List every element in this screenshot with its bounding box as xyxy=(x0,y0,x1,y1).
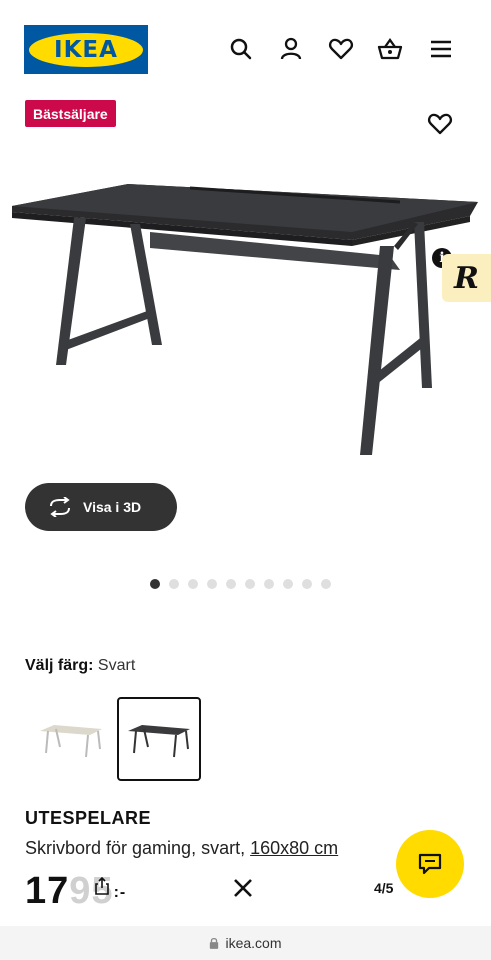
product-description: Skrivbord för gaming, svart, 160x80 cm xyxy=(25,838,338,859)
menu-icon[interactable] xyxy=(428,36,454,62)
header: IKEA xyxy=(0,0,491,90)
page-indicator: 4/5 xyxy=(374,880,394,896)
carousel-dot[interactable] xyxy=(226,579,236,589)
chat-icon xyxy=(418,853,442,875)
logo-text: IKEA xyxy=(54,36,118,63)
browser-url-bar[interactable]: ikea.com xyxy=(0,926,491,960)
url-text: ikea.com xyxy=(225,935,282,951)
rotate-3d-icon xyxy=(50,497,70,517)
lock-icon xyxy=(210,937,219,949)
share-icon[interactable] xyxy=(93,876,111,895)
user-icon[interactable] xyxy=(278,36,304,62)
carousel-dot[interactable] xyxy=(283,579,293,589)
product-price: 1795:- xyxy=(25,870,126,913)
carousel-dot[interactable] xyxy=(302,579,312,589)
ikea-logo[interactable]: IKEA xyxy=(24,25,148,74)
favourite-heart-icon[interactable] xyxy=(427,111,453,137)
product-name: UTESPELARE xyxy=(25,808,152,828)
white-desk-thumbnail xyxy=(40,725,102,758)
close-icon[interactable] xyxy=(231,876,255,900)
heart-icon[interactable] xyxy=(328,36,354,62)
product-image[interactable] xyxy=(0,160,491,480)
carousel-dot[interactable] xyxy=(321,579,331,589)
color-label-text: Välj färg: xyxy=(25,657,94,674)
bestseller-badge: Bästsäljare xyxy=(25,100,116,127)
price-suffix: :- xyxy=(113,884,127,901)
chat-button[interactable] xyxy=(396,830,464,898)
carousel-dot[interactable] xyxy=(188,579,198,589)
carousel-dot[interactable] xyxy=(150,579,160,589)
carousel-dot[interactable] xyxy=(169,579,179,589)
color-selector-label: Välj färg: Svart xyxy=(25,657,135,675)
black-desk-thumbnail xyxy=(128,725,190,758)
info-overlay[interactable]: i R xyxy=(432,244,491,302)
price-visible: 17 xyxy=(25,870,70,912)
product-description-text: Skrivbord för gaming, svart, xyxy=(25,838,251,858)
carousel-dot[interactable] xyxy=(207,579,217,589)
image-carousel-dots xyxy=(150,579,331,589)
search-icon[interactable] xyxy=(228,36,254,62)
color-swatch-white[interactable] xyxy=(29,697,113,781)
product-dimensions-link[interactable]: 160x80 cm xyxy=(250,838,338,858)
carousel-dot[interactable] xyxy=(245,579,255,589)
view-in-3d-button[interactable]: Visa i 3D xyxy=(25,483,177,531)
color-swatch-black[interactable] xyxy=(117,697,201,781)
logo-oval: IKEA xyxy=(29,32,143,67)
color-value: Svart xyxy=(97,657,136,674)
desk-illustration xyxy=(12,184,478,455)
r-logo-icon[interactable]: R xyxy=(442,254,491,302)
basket-icon[interactable] xyxy=(377,36,403,62)
carousel-dot[interactable] xyxy=(264,579,274,589)
view-in-3d-label: Visa i 3D xyxy=(83,499,142,515)
